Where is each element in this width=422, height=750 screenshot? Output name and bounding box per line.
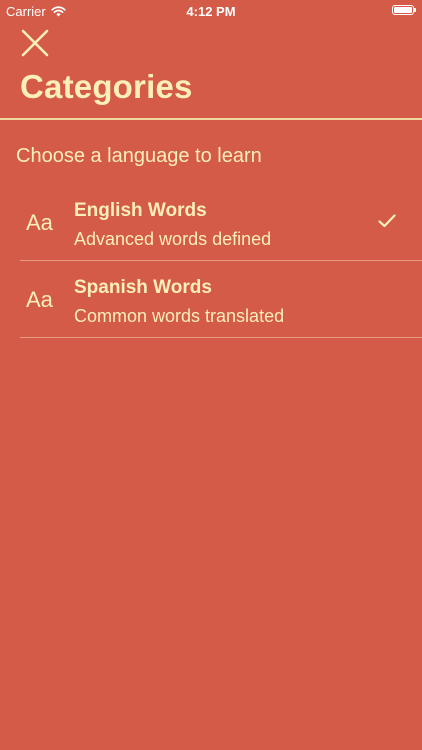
category-item-english[interactable]: Aa English Words Advanced words defined <box>0 184 422 261</box>
category-title: English Words <box>74 200 207 221</box>
font-icon: Aa <box>26 210 53 235</box>
status-time: 4:12 PM <box>186 4 236 19</box>
row-divider <box>20 337 422 338</box>
category-subtitle: Advanced words defined <box>74 229 272 249</box>
category-title: Spanish Words <box>74 277 212 298</box>
page-title: Categories <box>20 68 193 105</box>
checkmark-icon <box>378 214 396 228</box>
section-header: Choose a language to learn <box>16 145 262 167</box>
category-item-spanish[interactable]: Aa Spanish Words Common words translated <box>0 261 422 338</box>
battery-cap <box>414 8 416 12</box>
close-button[interactable] <box>20 28 50 58</box>
category-list: Aa English Words Advanced words defined … <box>0 184 422 338</box>
battery-fill <box>394 7 412 13</box>
category-subtitle: Common words translated <box>74 306 285 326</box>
status-bar: Carrier 4:12 PM <box>0 0 422 22</box>
close-icon <box>21 29 49 57</box>
title-divider <box>0 118 422 120</box>
font-icon: Aa <box>26 287 53 312</box>
battery-icon <box>392 5 416 15</box>
